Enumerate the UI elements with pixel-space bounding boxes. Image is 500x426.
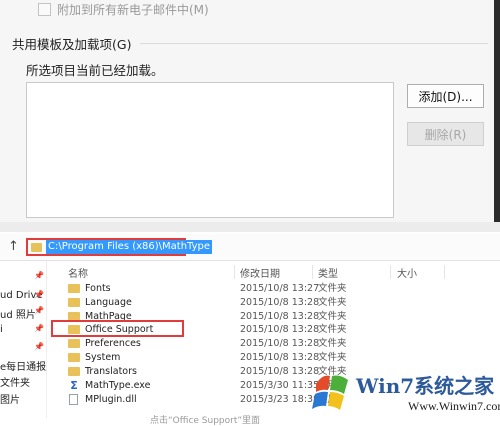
column-headers: 名称 修改日期 类型 大小 [48,262,500,280]
pin-icon: 📌 [34,342,44,351]
file-date: 2015/10/8 13:28 [240,352,320,363]
group-title: 共用模板及加载项(G) [12,37,132,52]
watermark-subtitle: Www.Winwin7.com [408,399,500,413]
folder-icon [68,298,80,307]
file-type: 文件夹 [318,297,347,308]
header-size[interactable]: 大小 [397,265,417,280]
explorer-top-strip [0,222,500,232]
file-explorer: ↑ C:\Program Files (x86)\MathType 📌 ud D… [0,222,500,426]
file-type: 文件夹 [318,338,347,349]
mathtype-exe-icon: Σ [70,379,78,392]
file-name: Language [85,297,132,308]
file-date: 2015/10/8 13:28 [240,311,320,322]
office-support-highlight [51,320,184,337]
folder-icon [68,367,80,376]
addins-dialog: 附加到所有新电子邮件中(M) 共用模板及加载项(G) 所选项目当前已经加载。 添… [0,0,500,222]
file-row-preferences[interactable]: Preferences 2015/10/8 13:28 文件夹 [48,337,500,351]
remove-button[interactable]: 删除(R) [407,122,484,146]
file-date: 2015/10/8 13:27 [240,283,320,294]
column-separator[interactable] [234,265,235,279]
file-name: MathType.exe [85,380,151,391]
file-name: System [85,352,121,363]
windows-logo-icon [312,375,348,410]
dll-file-icon [69,394,78,405]
address-box[interactable]: C:\Program Files (x86)\MathType [26,238,213,256]
file-row-language[interactable]: Language 2015/10/8 13:28 文件夹 [48,296,500,310]
column-separator[interactable] [390,265,391,279]
attach-all-checkbox[interactable] [38,3,51,16]
file-name: Fonts [85,283,111,294]
up-arrow-icon[interactable]: ↑ [8,239,19,254]
header-date[interactable]: 修改日期 [240,265,280,280]
header-name[interactable]: 名称 [68,265,88,280]
file-type: 文件夹 [318,324,347,335]
folder-icon [68,353,80,362]
watermark: Win7系统之家 Www.Winwin7.com [308,366,500,418]
attach-all-label: 附加到所有新电子邮件中(M) [57,3,209,17]
folder-icon [68,284,80,293]
group-divider [140,43,488,44]
folder-icon [68,339,80,348]
navigation-pane: 📌 ud Drive 📌 ud 照片 📌 i 📌 📌 e每日通报 文件夹 图片 [0,261,47,418]
watermark-title: Win7系统之家 [356,374,495,398]
column-separator[interactable] [312,265,313,279]
file-date: 2015/10/8 13:28 [240,297,320,308]
attach-all-checkbox-row[interactable]: 附加到所有新电子邮件中(M) [38,1,209,18]
file-name: MPlugin.dll [85,394,137,405]
nav-item[interactable]: i [0,324,3,335]
nav-item-daily[interactable]: e每日通报 [0,358,46,373]
file-type: 文件夹 [318,352,347,363]
file-type: 文件夹 [318,311,347,322]
nav-item-pictures[interactable]: 图片 [0,391,20,406]
file-name: Translators [85,366,137,377]
pin-icon: 📌 [34,290,44,299]
status-text: 所选项目当前已经加载。 [26,63,164,78]
folder-icon [31,243,42,252]
file-date: 2015/10/8 13:28 [240,338,320,349]
address-path[interactable]: C:\Program Files (x86)\MathType [46,240,213,254]
caption: 点击“Office Support”里面 [150,416,261,426]
file-row-system[interactable]: System 2015/10/8 13:28 文件夹 [48,351,500,365]
nav-item-photos[interactable]: ud 照片 [0,306,36,321]
pin-icon: 📌 [34,324,44,333]
address-bar: ↑ C:\Program Files (x86)\MathType [0,234,500,261]
pin-icon: 📌 [34,306,44,315]
nav-item-folders[interactable]: 文件夹 [0,374,30,389]
window-edge [494,0,500,222]
column-separator[interactable] [444,265,445,279]
add-button[interactable]: 添加(D)... [407,84,484,108]
file-type: 文件夹 [318,283,347,294]
file-row-fonts[interactable]: Fonts 2015/10/8 13:27 文件夹 [48,282,500,296]
addin-listbox[interactable] [26,82,394,218]
file-name: Preferences [85,338,141,349]
file-date: 2015/10/8 13:28 [240,324,320,335]
pin-icon: 📌 [34,271,44,280]
header-type[interactable]: 类型 [318,265,338,280]
